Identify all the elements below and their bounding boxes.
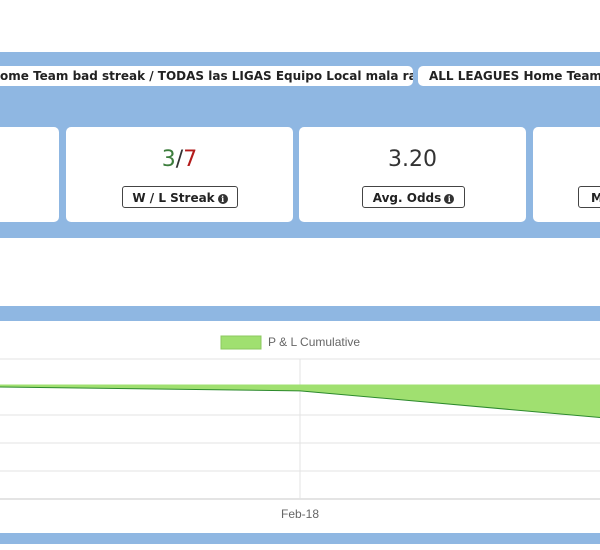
tab-home-team-bad-streak[interactable]: ome Team bad streak / TODAS las LIGAS Eq…	[0, 66, 413, 86]
stat-card-streak: 3/7 W / L Streak i	[66, 127, 293, 222]
legend-label: P & L Cumulative	[268, 335, 360, 349]
info-icon[interactable]: i	[444, 194, 455, 204]
stat-card-left-partial	[0, 127, 59, 222]
streak-label-button[interactable]: W / L Streak i	[122, 186, 238, 208]
tab-label: ome Team bad streak / TODAS las LIGAS Eq…	[0, 69, 413, 83]
right-label: M	[591, 191, 600, 205]
stat-card-right-partial: M	[533, 127, 600, 222]
wins-count: 3	[161, 147, 176, 172]
right-label-button[interactable]: M	[578, 186, 600, 208]
avg-odds-label: Avg. Odds	[372, 191, 442, 205]
streak-label: W / L Streak	[132, 191, 215, 205]
tab-all-leagues-home-team[interactable]: ALL LEAGUES Home Team b	[418, 66, 600, 86]
avg-odds-value: 3.20	[388, 147, 437, 172]
pl-chart: P & L Cumulative Feb-18	[0, 335, 600, 521]
losses-count: 7	[183, 147, 198, 172]
avg-odds-label-button[interactable]: Avg. Odds i	[362, 186, 465, 208]
info-icon[interactable]: i	[217, 194, 228, 204]
x-tick-label: Feb-18	[281, 507, 319, 521]
stat-card-avg-odds: 3.20 Avg. Odds i	[299, 127, 526, 222]
tab-label: ALL LEAGUES Home Team b	[429, 69, 600, 83]
streak-value: 3/7	[66, 147, 293, 172]
chart-panel: P & L Cumulative Feb-18	[0, 321, 600, 533]
legend-swatch	[220, 335, 262, 350]
